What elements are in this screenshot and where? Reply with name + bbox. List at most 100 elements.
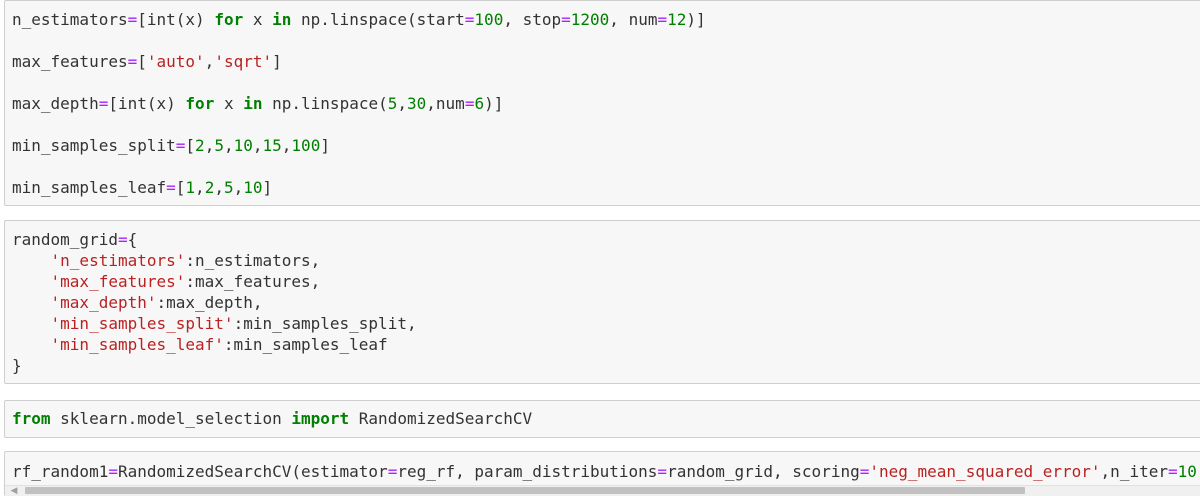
code-editor[interactable]: from sklearn.model_selection import Rand… [5, 401, 1200, 429]
code-token: , num [609, 10, 658, 29]
code-token: = [657, 462, 668, 481]
code-token: )] [484, 94, 504, 113]
code-token: 5 [214, 136, 224, 155]
code-token: 30 [407, 94, 427, 113]
code-token: = [859, 462, 870, 481]
code-token: :min_samples_leaf [223, 335, 388, 354]
code-token: from [12, 409, 51, 428]
horizontal-scrollbar[interactable]: ◀ [5, 485, 1200, 496]
code-token: 'neg_mean_squared_error' [869, 462, 1101, 481]
code-token: = [127, 10, 138, 29]
code-token: 100 [291, 136, 321, 155]
code-token: , stop [503, 10, 562, 29]
code-token: :max_depth, [156, 293, 263, 312]
code-token: int [117, 94, 147, 113]
code-token: for [185, 94, 215, 113]
code-token: 'max_features' [50, 272, 186, 291]
code-token: random_grid, scoring [667, 462, 860, 481]
code-token: , [281, 136, 292, 155]
code-token: , [204, 136, 215, 155]
code-line: max_features=['auto','sqrt'] [12, 51, 1200, 72]
code-token: 1 [185, 178, 196, 197]
code-token: int [146, 10, 176, 29]
code-token: 2 [204, 178, 215, 197]
code-token: 15 [262, 136, 282, 155]
code-editor[interactable]: rf_random1=RandomizedSearchCV(estimator=… [5, 452, 1200, 482]
code-line: n_estimators=[int(x) for x in np.linspac… [12, 9, 1200, 30]
code-token: )] [686, 10, 706, 29]
code-token: ] [272, 52, 282, 71]
code-token: sklearn.model_selection [50, 409, 292, 428]
code-token: , [204, 52, 215, 71]
code-token: ,n_iter [1100, 462, 1168, 481]
code-line: min_samples_leaf=[1,2,5,10] [12, 177, 1200, 198]
code-token: reg_rf, param_distributions [397, 462, 658, 481]
code-token: 'auto' [146, 52, 205, 71]
code-token: , [214, 178, 224, 197]
code-token: 'min_samples_leaf' [50, 335, 224, 354]
code-token: :n_estimators, [185, 251, 321, 270]
code-token: in [243, 94, 263, 113]
code-line: } [12, 355, 1200, 376]
code-token: 1200 [570, 10, 610, 29]
code-token: import [291, 409, 350, 428]
code-token: = [98, 94, 109, 113]
code-token: , [223, 136, 234, 155]
code-line: 'max_depth':max_depth, [12, 292, 1200, 313]
code-token: (x) [146, 94, 186, 113]
code-line: max_depth=[int(x) for x in np.linspace(5… [12, 93, 1200, 114]
code-token: x [243, 10, 273, 29]
code-token: for [214, 10, 244, 29]
code-token: n_estimators [12, 10, 128, 29]
code-line: 'n_estimators':n_estimators, [12, 250, 1200, 271]
code-token: rf_random1 [12, 462, 109, 481]
scrollbar-thumb[interactable] [25, 487, 1025, 494]
code-token: np.linspace(start [291, 10, 465, 29]
code-token: RandomizedSearchCV(estimator [117, 462, 388, 481]
code-token: = [387, 462, 398, 481]
code-token: min_samples_leaf [12, 178, 167, 197]
code-cell-random-grid[interactable]: random_grid={ 'n_estimators':n_estimator… [4, 220, 1200, 384]
scroll-left-arrow-icon[interactable]: ◀ [7, 486, 21, 496]
code-token: [ [108, 94, 118, 113]
code-token: np.linspace( [262, 94, 388, 113]
code-editor[interactable]: n_estimators=[int(x) for x in np.linspac… [5, 1, 1200, 198]
code-cell-import[interactable]: from sklearn.model_selection import Rand… [4, 400, 1200, 438]
code-token: = [464, 10, 475, 29]
code-token: ,num [426, 94, 465, 113]
code-token: , [195, 178, 205, 197]
code-token: 5 [223, 178, 234, 197]
code-token: } [12, 356, 22, 375]
code-token: 12 [667, 10, 687, 29]
code-token: = [108, 462, 118, 481]
code-editor[interactable]: random_grid={ 'n_estimators':n_estimator… [5, 221, 1200, 376]
code-token: = [117, 230, 128, 249]
code-token: 'min_samples_split' [50, 314, 234, 333]
code-token: [ [175, 178, 186, 197]
code-line: 'min_samples_leaf':min_samples_leaf [12, 334, 1200, 355]
code-token: :max_features, [185, 272, 321, 291]
code-token: 10 [233, 136, 253, 155]
code-token: x [214, 94, 244, 113]
code-token: = [127, 52, 138, 71]
code-token: = [464, 94, 475, 113]
code-token: 2 [195, 136, 205, 155]
code-token: { [127, 230, 138, 249]
code-token: 10 [1177, 462, 1197, 481]
code-token: random_grid [12, 230, 118, 249]
code-token: [ [137, 52, 147, 71]
code-line: 'min_samples_split':min_samples_split, [12, 313, 1200, 334]
code-cell-randomized-search[interactable]: rf_random1=RandomizedSearchCV(estimator=… [4, 451, 1200, 496]
code-line: rf_random1=RandomizedSearchCV(estimator=… [12, 461, 1200, 482]
code-token: 'n_estimators' [50, 251, 186, 270]
code-token: 10 [243, 178, 263, 197]
code-cell-hyperparameters[interactable]: n_estimators=[int(x) for x in np.linspac… [4, 0, 1200, 206]
